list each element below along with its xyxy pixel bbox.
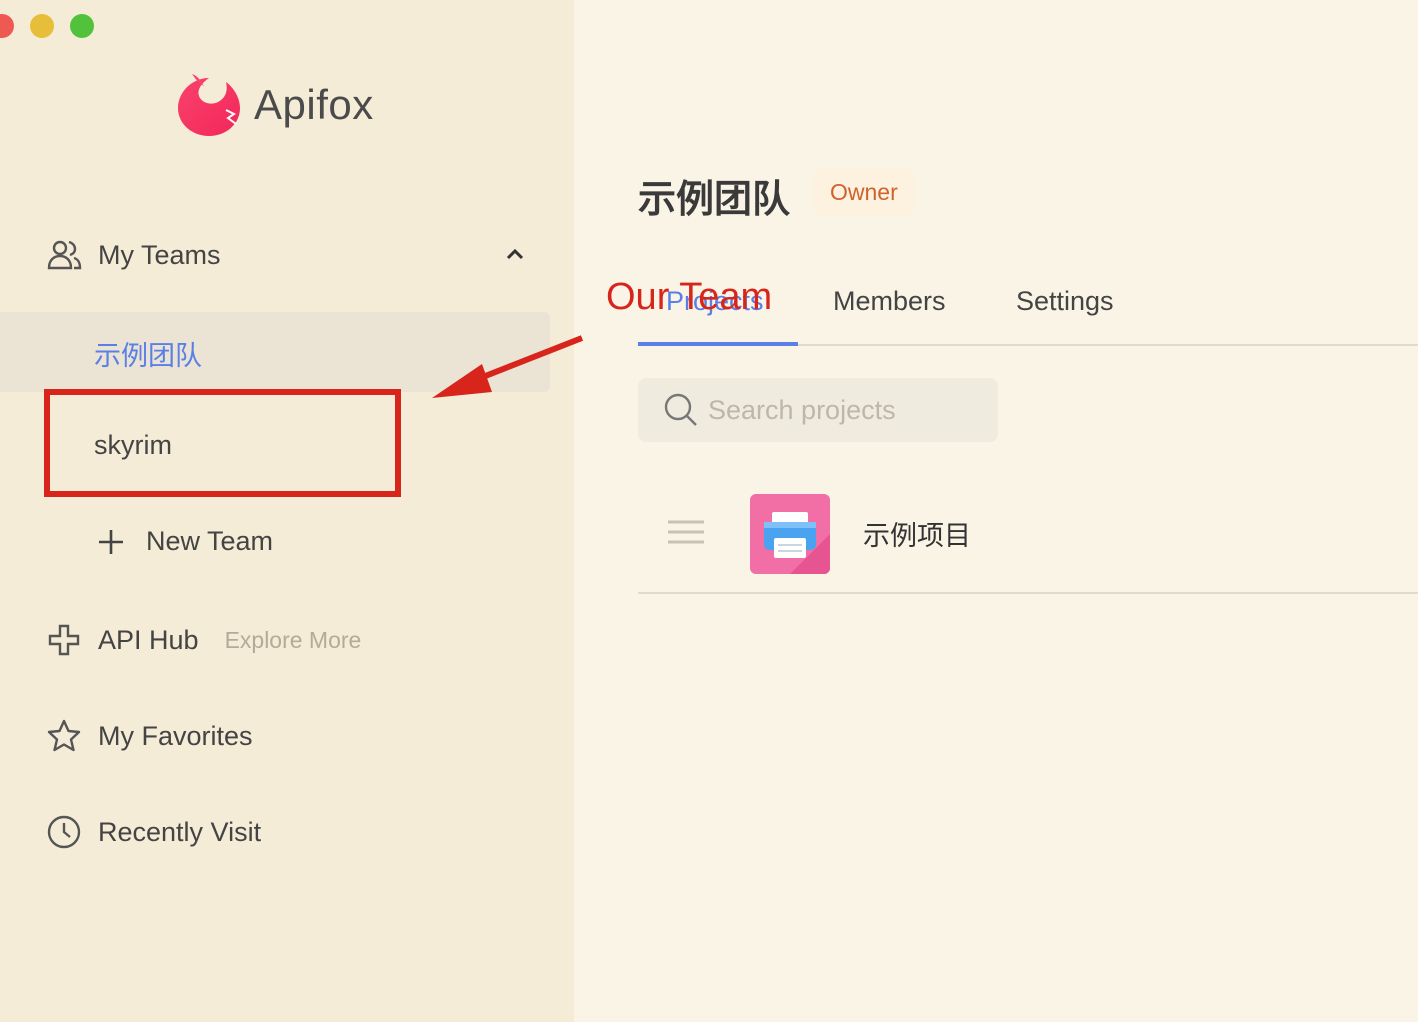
project-row[interactable]: 示例项目 [638,490,1418,594]
plus-icon [99,529,123,554]
search-box[interactable] [638,378,998,442]
new-team-label: New Team [146,526,274,556]
role-badge: Owner [814,168,914,216]
star-icon [46,718,82,754]
tab-members[interactable]: Members [833,286,946,317]
recently-visit-label: Recently Visit [98,816,262,847]
api-hub-icon [46,622,82,658]
window-close-button[interactable] [0,14,14,38]
search-input[interactable] [708,394,988,426]
recently-visit-nav[interactable]: Recently Visit [46,814,261,850]
apifox-logo-icon [178,74,240,136]
api-hub-nav[interactable]: API Hub Explore More [46,622,361,658]
app-logo: Apifox [174,70,374,140]
my-teams-toggle[interactable]: My Teams [46,237,526,273]
project-name: 示例项目 [863,521,971,551]
annotation-arrow-icon [432,335,584,398]
my-favorites-nav[interactable]: My Favorites [46,718,253,754]
chevron-up-icon[interactable] [504,243,526,265]
window-maximize-button[interactable] [70,14,94,38]
annotation-label: Our Team [606,276,773,318]
team-label: 示例团队 [94,341,202,371]
active-tab-indicator [638,342,798,346]
main-panel: 示例团队 Owner Projects Members Settings Our… [574,0,1418,1022]
my-teams-label: My Teams [98,239,221,270]
api-hub-label: API Hub [98,624,199,655]
app-name: Apifox [254,81,374,128]
users-icon [46,237,82,273]
explore-more-link[interactable]: Explore More [225,627,362,654]
window-minimize-button[interactable] [30,14,54,38]
annotation-highlight-box [44,389,401,497]
my-favorites-label: My Favorites [98,720,253,751]
sidebar: Apifox My Teams 示例团队 skyrim New Team API… [0,0,574,1022]
tab-settings[interactable]: Settings [1016,286,1114,317]
new-team-button[interactable]: New Team [96,526,273,557]
search-icon [664,393,697,426]
project-printer-icon [750,494,830,574]
clock-icon [46,814,82,850]
page-title: 示例团队 [638,179,791,221]
drag-handle-icon[interactable] [668,518,704,546]
